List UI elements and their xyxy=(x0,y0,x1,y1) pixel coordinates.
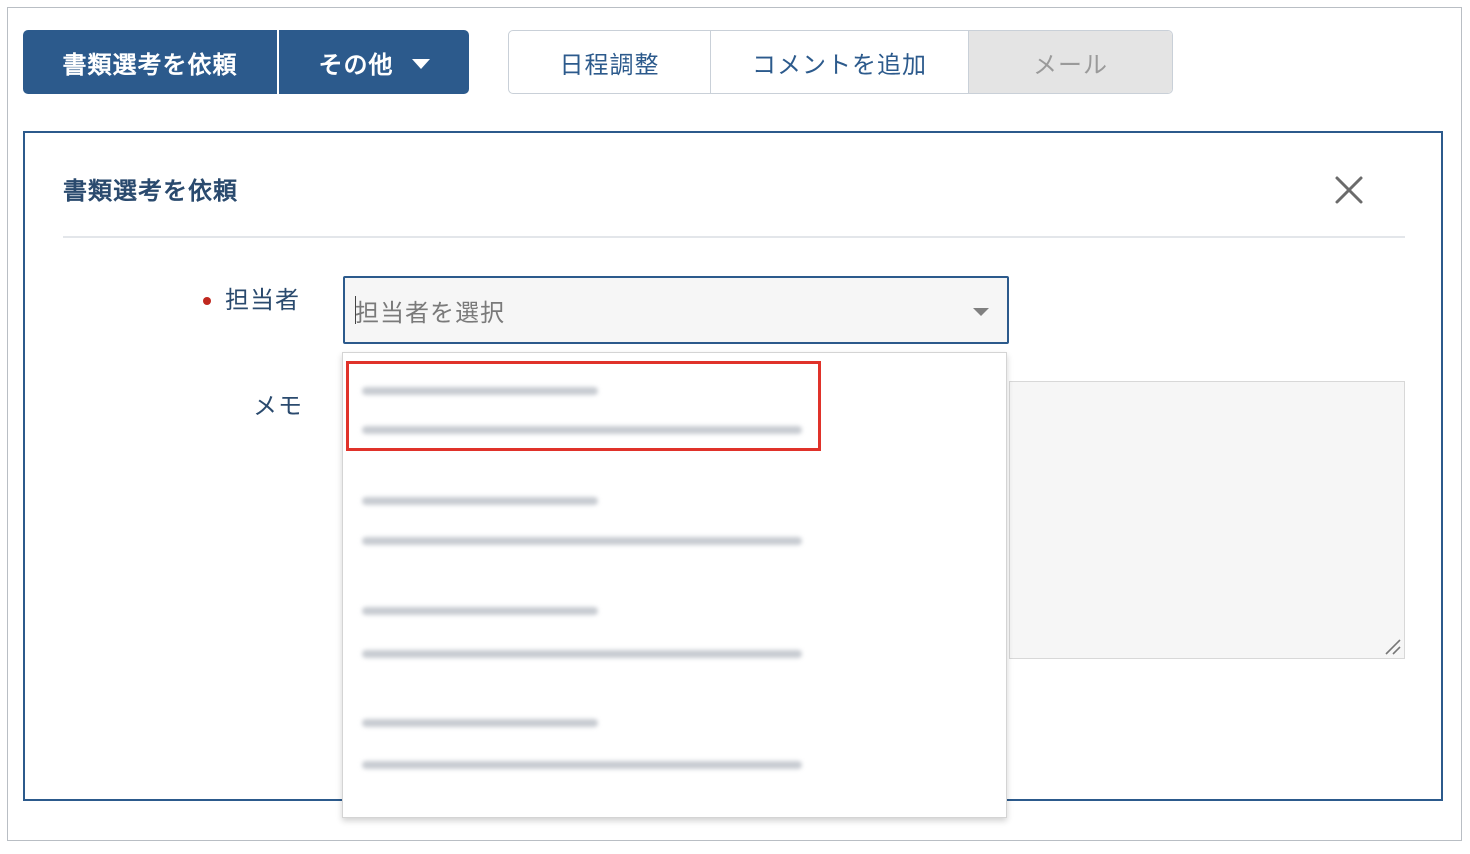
more-label: その他 xyxy=(318,50,394,79)
resize-handle-icon[interactable] xyxy=(1382,636,1402,656)
close-icon[interactable] xyxy=(1334,175,1364,205)
memo-label: メモ xyxy=(253,392,303,420)
schedule-button[interactable]: 日程調整 xyxy=(509,31,711,93)
assignee-option[interactable] xyxy=(343,367,1006,467)
option-name-redacted xyxy=(362,497,598,505)
add-comment-button[interactable]: コメントを追加 xyxy=(711,31,969,93)
assignee-dropdown-list xyxy=(342,352,1007,818)
option-name-redacted xyxy=(362,387,598,395)
panel-divider xyxy=(63,236,1405,238)
schedule-label: 日程調整 xyxy=(559,50,660,79)
option-name-redacted xyxy=(362,607,598,615)
assignee-option[interactable] xyxy=(343,477,1006,577)
chevron-down-icon xyxy=(411,59,430,69)
panel-title: 書類選考を依頼 xyxy=(63,177,238,205)
primary-button-group: 書類選考を依頼 その他 xyxy=(23,30,469,94)
text-cursor xyxy=(355,296,356,324)
option-detail-redacted xyxy=(362,650,802,658)
add-comment-label: コメントを追加 xyxy=(752,50,927,79)
request-screening-label: 書類選考を依頼 xyxy=(62,50,238,79)
more-dropdown-button[interactable]: その他 xyxy=(279,30,469,94)
caret-down-icon xyxy=(973,308,989,316)
option-name-redacted xyxy=(362,719,598,727)
option-detail-redacted xyxy=(362,426,802,434)
option-detail-redacted xyxy=(362,761,802,769)
assignee-option[interactable] xyxy=(343,699,1006,799)
request-screening-button[interactable]: 書類選考を依頼 xyxy=(23,30,277,94)
secondary-button-group: 日程調整 コメントを追加 メール xyxy=(508,30,1173,94)
mail-label: メール xyxy=(1033,50,1108,79)
mail-button[interactable]: メール xyxy=(969,31,1172,93)
memo-textarea[interactable] xyxy=(1009,381,1405,659)
assignee-placeholder: 担当者を選択 xyxy=(355,298,505,327)
assignee-label: 担当者 xyxy=(203,280,300,315)
assignee-label-text: 担当者 xyxy=(225,286,300,314)
required-indicator xyxy=(203,297,211,305)
option-detail-redacted xyxy=(362,537,802,545)
assignee-option[interactable] xyxy=(343,588,1006,688)
assignee-select[interactable]: 担当者を選択 xyxy=(343,276,1009,344)
